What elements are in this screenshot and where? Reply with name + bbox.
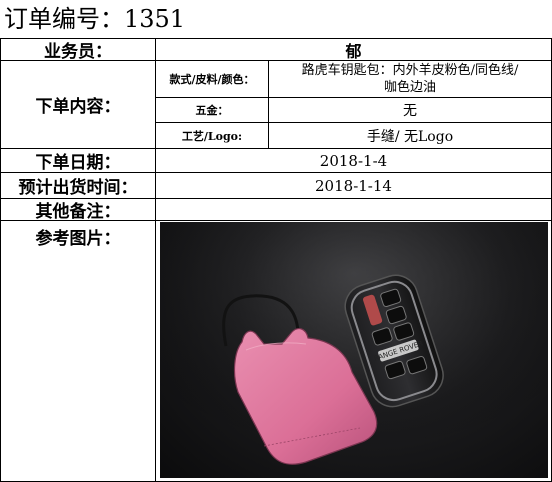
style-material-color-value: 路虎车钥匙包：内外羊皮粉色/同色线/ 咖色边油 [269,61,551,97]
craft-logo-label: 工艺/Logo: [181,129,243,143]
notes-label: 其他备注： [35,202,121,220]
ship-date-value: 2018-1-14 [315,176,392,195]
style-value-line2: 咖色边油 [383,80,436,95]
hardware-value: 无 [403,103,417,119]
reference-photo-drawing: RANGE ROVER [160,222,548,478]
notes-value [156,199,551,220]
style-value-line1: 路虎车钥匙包：内外羊皮粉色/同色线/ [301,63,519,78]
order-date-value: 2018-1-4 [319,151,388,170]
salesperson-value: 郁 [345,41,362,61]
reference-photo: RANGE ROVER [160,222,548,478]
order-content-label: 下单内容： [35,97,121,117]
salesperson-label: 业务员： [44,42,112,60]
order-number-title: 订单编号：1351 [4,5,186,33]
ship-date-label: 预计出货时间： [18,178,138,198]
reference-image-label: 参考图片： [35,228,121,249]
hardware-label: 五金： [195,104,229,117]
craft-logo-value: 手缝/ 无Logo [366,128,454,145]
style-material-color-label: 款式/皮料/颜色： [169,73,255,86]
order-date-label: 下单日期： [35,153,121,172]
